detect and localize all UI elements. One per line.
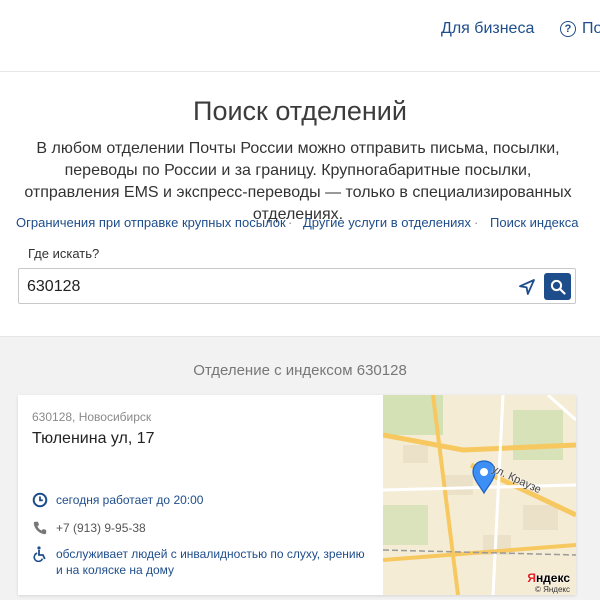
question-circle-icon: ?	[560, 21, 576, 37]
index-search-link[interactable]: Поиск индекса	[490, 215, 578, 230]
results-section: Отделение с индексом 630128 630128, Ново…	[0, 336, 600, 600]
office-phone-text[interactable]: +7 (913) 9-95-38	[56, 520, 146, 536]
office-accessibility-text: обслуживает людей с инвалидностью по слу…	[56, 547, 365, 577]
office-street[interactable]: Тюленина ул, 17	[32, 430, 155, 448]
office-map[interactable]: ул. Краузе Яндекс © Яндекс	[383, 395, 576, 595]
office-city: 630128, Новосибирск	[32, 410, 152, 424]
office-card[interactable]: 630128, Новосибирск Тюленина ул, 17 сего…	[18, 395, 576, 595]
page-description: В любом отделении Почты России можно отп…	[24, 140, 572, 223]
link-separator: ·	[288, 215, 293, 230]
location-arrow-icon[interactable]	[518, 278, 536, 296]
search-input[interactable]	[27, 276, 507, 298]
office-hours: сегодня работает до 20:00	[32, 492, 203, 508]
yandex-logo: Яндекс	[527, 571, 570, 585]
link-separator: ·	[474, 215, 479, 230]
results-title: Отделение с индексом 630128	[193, 362, 407, 379]
map-canvas[interactable]	[383, 395, 576, 595]
search-button[interactable]	[544, 273, 571, 300]
office-phone: +7 (913) 9-95-38	[32, 520, 146, 536]
other-services-link[interactable]: Другие услуги в отделениях	[303, 215, 471, 230]
help-label: По	[582, 20, 600, 37]
magnifier-icon	[550, 279, 566, 295]
page-title: Поиск отделений	[193, 96, 407, 126]
wheelchair-icon	[33, 546, 46, 562]
office-info: 630128, Новосибирск Тюленина ул, 17 сего…	[18, 395, 383, 595]
search-box	[18, 268, 576, 304]
phone-icon	[33, 521, 47, 535]
top-header: Для бизнеса ? По	[0, 0, 600, 72]
help-link[interactable]: ? По	[560, 20, 600, 38]
office-hours-text[interactable]: сегодня работает до 20:00	[56, 492, 203, 508]
business-link[interactable]: Для бизнеса	[441, 20, 534, 38]
yandex-copyright: © Яндекс	[534, 585, 570, 594]
clock-icon	[32, 492, 48, 508]
search-label: Где искать?	[28, 246, 100, 261]
office-accessibility: обслуживает людей с инвалидностью по слу…	[32, 546, 372, 578]
large-parcels-link[interactable]: Ограничения при отправке крупных посылок	[16, 215, 286, 230]
